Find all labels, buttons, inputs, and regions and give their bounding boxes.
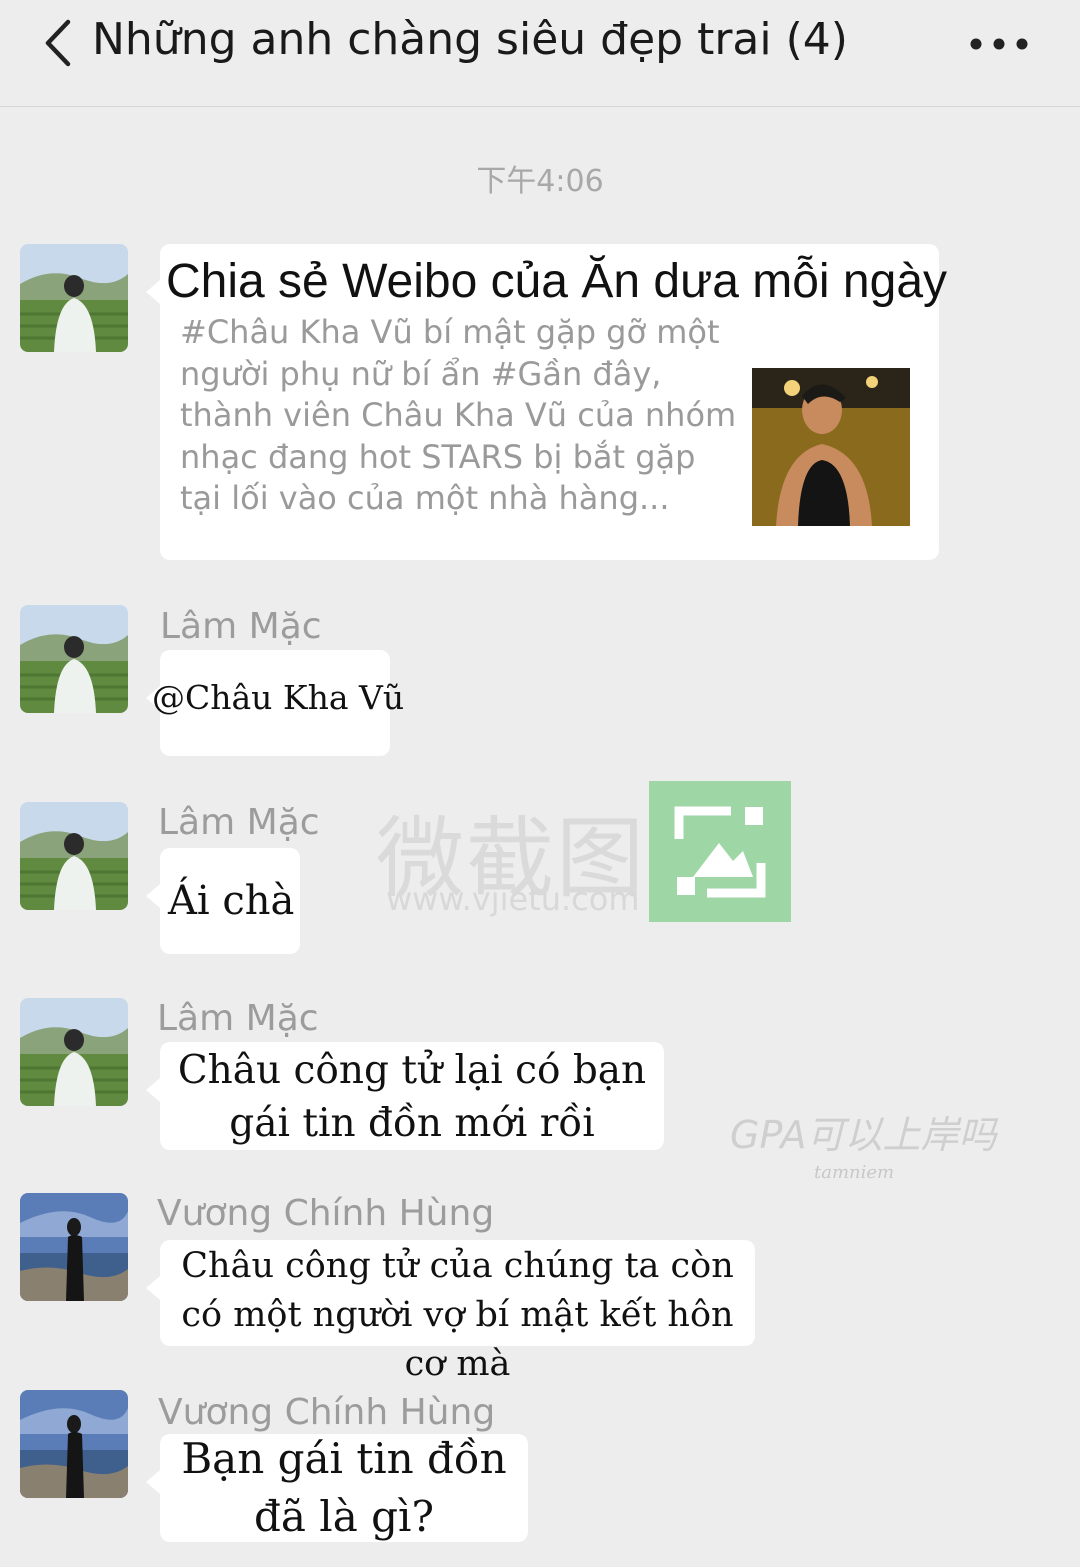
message-text: Châu công tử của chúng ta còn có một ngư…	[181, 1246, 734, 1384]
watermark-url: www.vjietu.com	[386, 880, 640, 918]
watermark-gpa: GPA可以上岸吗	[730, 1113, 997, 1157]
timestamp: 下午4:06	[476, 164, 604, 199]
avatar[interactable]	[20, 998, 128, 1106]
message-text: Châu công tử lại có bạn gái tin đồn mới …	[177, 1048, 647, 1146]
link-card[interactable]: Chia sẻ Weibo của Ăn dưa mỗi ngày #Châu …	[146, 244, 947, 560]
chat-header: Những anh chàng siêu đẹp trai (4)	[0, 0, 1080, 107]
sender-name: Lâm Mặc	[160, 606, 322, 647]
sender-name: Lâm Mặc	[157, 998, 319, 1039]
avatar[interactable]	[20, 244, 128, 352]
card-title: Chia sẻ Weibo của Ăn dưa mỗi ngày	[166, 255, 948, 308]
message-bubble[interactable]: @Châu Kha Vũ	[146, 650, 404, 756]
message-bubble[interactable]: Ái chà	[146, 848, 300, 954]
sender-name: Lâm Mặc	[158, 802, 320, 843]
message-text: @Châu Kha Vũ	[152, 678, 405, 717]
avatar[interactable]	[20, 1390, 128, 1498]
message-text: Bạn gái tin đồn đã là gì?	[181, 1434, 507, 1541]
watermark-credit: tamniem	[814, 1162, 895, 1183]
sender-name: Vương Chính Hùng	[157, 1193, 495, 1234]
more-dots-icon[interactable]	[968, 36, 1032, 52]
avatar[interactable]	[20, 605, 128, 713]
sender-name: Vương Chính Hùng	[158, 1392, 496, 1433]
message-bubble[interactable]: Châu công tử của chúng ta còn có một ngư…	[146, 1240, 755, 1384]
message-bubble[interactable]: Bạn gái tin đồn đã là gì?	[146, 1434, 528, 1542]
avatar[interactable]	[20, 802, 128, 910]
back-icon[interactable]	[40, 18, 80, 68]
message-bubble[interactable]: Châu công tử lại có bạn gái tin đồn mới …	[146, 1042, 664, 1150]
watermark-image-icon	[649, 781, 791, 922]
chat-title: Những anh chàng siêu đẹp trai (4)	[92, 14, 848, 65]
card-description: #Châu Kha Vũ bí mật gặp gỡ một người phụ…	[180, 313, 737, 517]
message-text: Ái chà	[168, 878, 295, 924]
avatar[interactable]	[20, 1193, 128, 1301]
card-thumbnail	[752, 368, 910, 526]
